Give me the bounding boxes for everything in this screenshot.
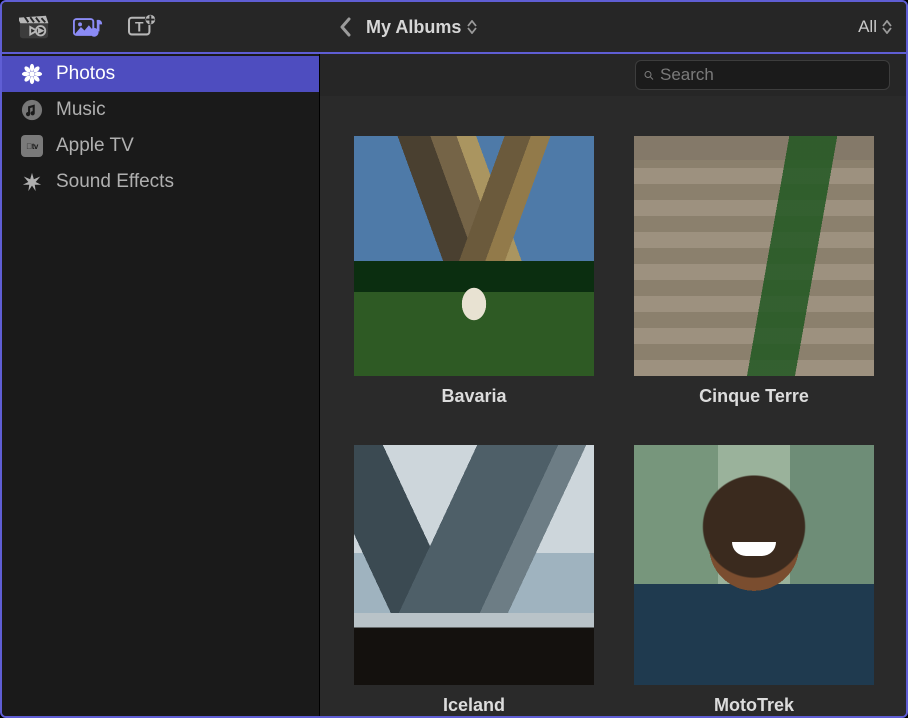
sidebar-item-label: Apple TV bbox=[56, 135, 134, 157]
flower-icon bbox=[20, 62, 44, 86]
updown-icon bbox=[882, 20, 892, 34]
album-iceland[interactable]: Iceland bbox=[354, 445, 594, 716]
filter-label: All bbox=[858, 17, 877, 37]
album-bavaria[interactable]: Bavaria bbox=[354, 136, 594, 407]
sidebar-item-sound-effects[interactable]: Sound Effects bbox=[2, 164, 319, 200]
photos-audio-tab[interactable] bbox=[66, 7, 110, 47]
content-area: Bavaria Cinque Terre Iceland MotoTrek bbox=[320, 54, 906, 716]
media-browser-window: T My Albums All bbox=[0, 0, 908, 718]
sidebar-item-label: Music bbox=[56, 99, 106, 121]
album-grid: Bavaria Cinque Terre Iceland MotoTrek bbox=[320, 96, 906, 716]
album-label: Bavaria bbox=[354, 386, 594, 407]
clapperboard-tab[interactable] bbox=[12, 7, 56, 47]
search-field[interactable] bbox=[635, 60, 890, 90]
search-input[interactable] bbox=[660, 65, 881, 85]
updown-icon bbox=[467, 20, 477, 34]
album-thumbnail bbox=[634, 445, 874, 685]
sidebar-item-music[interactable]: Music bbox=[2, 92, 319, 128]
music-note-icon bbox=[20, 98, 44, 122]
breadcrumb-popup[interactable]: My Albums bbox=[366, 17, 477, 38]
sidebar-item-label: Sound Effects bbox=[56, 171, 174, 193]
burst-icon bbox=[20, 170, 44, 194]
breadcrumb-label: My Albums bbox=[366, 17, 461, 38]
album-thumbnail bbox=[634, 136, 874, 376]
album-thumbnail bbox=[354, 136, 594, 376]
album-label: Cinque Terre bbox=[634, 386, 874, 407]
toolbar-center: My Albums bbox=[174, 15, 848, 39]
album-mototrek[interactable]: MotoTrek bbox=[634, 445, 874, 716]
filter-popup[interactable]: All bbox=[858, 17, 896, 37]
sidebar: Photos Music tv Apple TV bbox=[2, 54, 320, 716]
titles-tab[interactable]: T bbox=[120, 7, 164, 47]
appletv-icon: tv bbox=[20, 134, 44, 158]
sidebar-item-label: Photos bbox=[56, 63, 115, 85]
album-cinque-terre[interactable]: Cinque Terre bbox=[634, 136, 874, 407]
search-icon bbox=[644, 67, 654, 84]
album-thumbnail bbox=[354, 445, 594, 685]
back-button[interactable] bbox=[334, 15, 358, 39]
svg-text:T: T bbox=[135, 19, 144, 35]
album-label: MotoTrek bbox=[634, 695, 874, 716]
sidebar-item-appletv[interactable]: tv Apple TV bbox=[2, 128, 319, 164]
sidebar-item-photos[interactable]: Photos bbox=[2, 56, 319, 92]
search-row bbox=[320, 54, 906, 96]
body: Photos Music tv Apple TV bbox=[2, 54, 906, 716]
album-label: Iceland bbox=[354, 695, 594, 716]
toolbar: T My Albums All bbox=[2, 2, 906, 54]
